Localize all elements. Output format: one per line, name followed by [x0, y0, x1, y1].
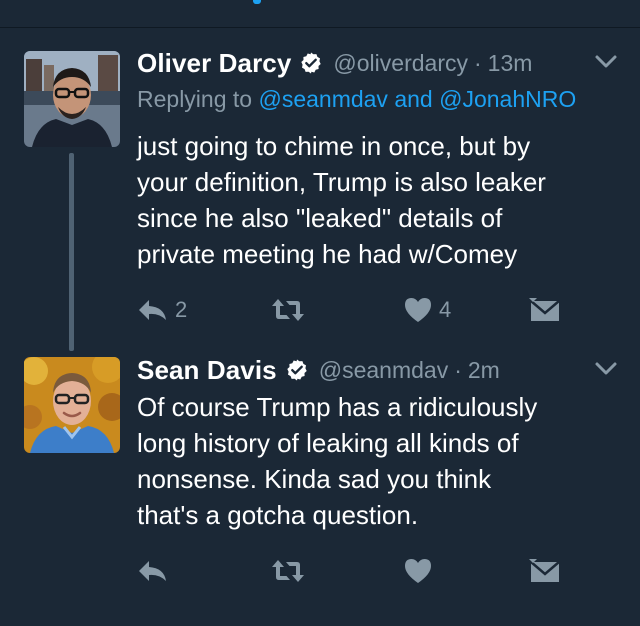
reply-button[interactable] — [137, 551, 175, 591]
like-button[interactable]: 4 — [403, 290, 451, 330]
display-name[interactable]: Oliver Darcy — [137, 48, 291, 79]
retweet-button[interactable] — [270, 551, 312, 591]
reply-mention-link[interactable]: @JonahNRO — [439, 86, 576, 112]
tweet-text: Of course Trump has a ridiculously long … — [137, 392, 538, 530]
verified-badge-icon — [287, 359, 307, 381]
handle[interactable]: @oliverdarcy — [333, 50, 468, 77]
like-button[interactable] — [403, 551, 439, 591]
verified-badge-icon — [301, 52, 322, 74]
reply-icon — [139, 561, 166, 581]
tab-indicator — [253, 0, 261, 4]
heart-icon — [405, 298, 431, 322]
avatar[interactable] — [24, 357, 120, 453]
chevron-down-icon[interactable] — [594, 52, 618, 72]
envelope-icon — [529, 559, 560, 582]
tweet-oliver-darcy[interactable]: Oliver Darcy @oliverdarcy · 13m Replying… — [0, 28, 640, 351]
retweet-icon — [272, 299, 304, 321]
separator-dot: · — [454, 356, 462, 383]
separator-dot: · — [473, 49, 482, 76]
tweet-sean-davis[interactable]: Sean Davis @seanmdav · 2m Of course Trum… — [0, 346, 640, 626]
replying-prefix: Replying to — [137, 86, 259, 112]
tweet-actions: 2 4 — [137, 290, 617, 330]
timestamp[interactable]: 2m — [468, 357, 500, 384]
timestamp[interactable]: 13m — [488, 50, 533, 77]
retweet-icon — [272, 560, 304, 582]
reply-count: 2 — [175, 297, 188, 322]
direct-message-button[interactable] — [529, 290, 561, 330]
chevron-down-icon[interactable] — [594, 359, 618, 379]
direct-message-button[interactable] — [529, 551, 561, 591]
handle[interactable]: @seanmdav — [319, 357, 448, 384]
like-count: 4 — [439, 297, 452, 322]
tweet-thread-screen: Oliver Darcy @oliverdarcy · 13m Replying… — [0, 0, 640, 626]
replying-to-line: Replying to @seanmdav and @JonahNRO — [137, 86, 576, 113]
tweet-actions — [137, 551, 617, 591]
tweet-header: Sean Davis @seanmdav · 2m — [137, 353, 620, 387]
avatar-photo — [24, 357, 120, 453]
thread-connector-line — [69, 153, 74, 351]
reply-mention-link[interactable]: @seanmdav — [258, 86, 387, 112]
retweet-button[interactable] — [270, 290, 312, 330]
heart-icon — [405, 559, 431, 583]
avatar[interactable] — [24, 51, 120, 147]
display-name[interactable]: Sean Davis — [137, 355, 277, 386]
replying-conjunction: and — [387, 86, 440, 112]
tweet-text: just going to chime in once, but by your… — [137, 131, 546, 269]
avatar-photo — [24, 51, 120, 147]
top-bar — [0, 0, 640, 28]
reply-button[interactable]: 2 — [137, 290, 187, 330]
reply-icon — [139, 300, 166, 320]
envelope-icon — [529, 298, 560, 321]
tweet-header: Oliver Darcy @oliverdarcy · 13m — [137, 46, 620, 80]
